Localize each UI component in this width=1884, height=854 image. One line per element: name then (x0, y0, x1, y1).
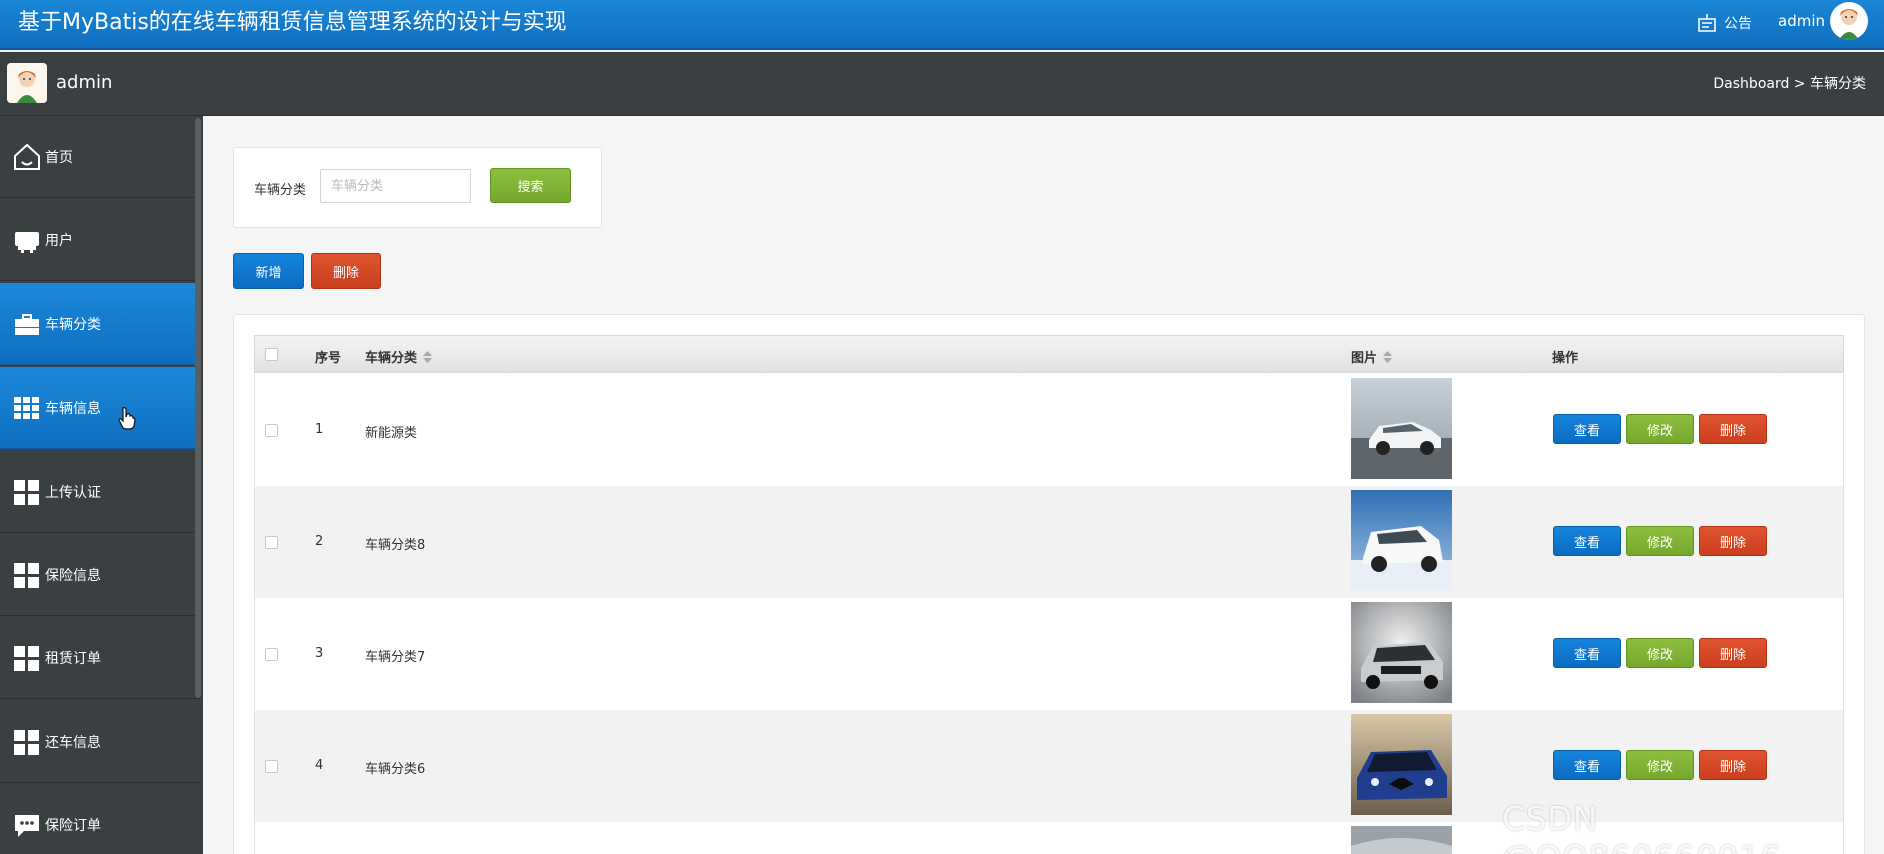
row-category: 车辆分类7 (365, 650, 426, 665)
notice-link[interactable]: 公告 (1696, 11, 1752, 35)
view-button[interactable]: 查看 (1553, 414, 1621, 444)
sub-header: admin Dashboard > 车辆分类 (0, 52, 1884, 116)
sidebar-item-label: 保险信息 (45, 567, 101, 584)
header-avatar[interactable] (1830, 2, 1868, 40)
search-button[interactable]: 搜索 (490, 168, 571, 203)
search-label: 车辆分类 (254, 183, 307, 198)
row-index: 3 (315, 646, 324, 661)
main-content: 车辆分类 搜索 新增 删除 序号 车辆分类 图片 操作 1 新能源类 (203, 116, 1884, 854)
edit-button[interactable]: 修改 (1626, 526, 1694, 556)
white-compact-suv-photo (1351, 490, 1452, 591)
row-index: 4 (315, 758, 324, 773)
edit-button[interactable]: 修改 (1626, 414, 1694, 444)
sidebar-item-vehicle-info[interactable]: 车辆信息 (0, 367, 200, 449)
tiles-icon (12, 560, 42, 590)
tiles-icon (12, 727, 42, 757)
sidebar-item-label: 用户 (45, 232, 73, 249)
row-checkbox[interactable] (265, 760, 278, 773)
sidebar-item-home[interactable]: 首页 (0, 116, 200, 198)
row-checkbox[interactable] (265, 424, 278, 437)
sidebar: 首页 用户 车辆分类 车辆信息 上传认证 保险信息 租赁订单 还车信息 保险订单 (0, 116, 203, 854)
table-row: 3 车辆分类7 查看 修改 删除 (254, 598, 1844, 710)
delete-button[interactable]: 删除 (1699, 638, 1767, 668)
view-button[interactable]: 查看 (1553, 750, 1621, 780)
edit-button[interactable]: 修改 (1626, 638, 1694, 668)
blue-sedan-photo (1351, 714, 1452, 815)
data-table: 序号 车辆分类 图片 操作 1 新能源类 查看 修改 删除 2 车辆分类8 查看… (233, 314, 1865, 854)
sidebar-item-label: 保险订单 (45, 817, 101, 834)
table-row: 1 新能源类 查看 修改 删除 (254, 374, 1844, 486)
sidebar-item-vehicle-category[interactable]: 车辆分类 (0, 283, 200, 365)
app-title: 基于MyBatis的在线车辆租赁信息管理系统的设计与实现 (18, 10, 567, 35)
notice-icon (1698, 14, 1716, 32)
sidebar-item-label: 首页 (45, 149, 73, 166)
column-index: 序号 (315, 351, 342, 366)
sidebar-item-label: 租赁订单 (45, 650, 101, 667)
sidebar-item-upload-auth[interactable]: 上传认证 (0, 451, 200, 533)
car-photo (1351, 826, 1452, 854)
tiles-icon (12, 643, 42, 673)
sidebar-item-label: 还车信息 (45, 734, 101, 751)
sidebar-scrollbar[interactable] (195, 118, 201, 698)
sort-icon (423, 350, 433, 363)
table-header: 序号 车辆分类 图片 操作 (254, 335, 1844, 373)
sidebar-item-insurance-orders[interactable]: 保险订单 (0, 784, 200, 854)
column-ops: 操作 (1552, 351, 1579, 366)
row-index: 1 (315, 422, 324, 437)
search-input[interactable] (320, 169, 471, 203)
breadcrumb: Dashboard > 车辆分类 (1713, 76, 1866, 92)
add-button[interactable]: 新增 (233, 253, 304, 289)
column-image[interactable]: 图片 (1351, 347, 1393, 366)
top-header: 基于MyBatis的在线车辆租赁信息管理系统的设计与实现 公告 admin (0, 0, 1884, 50)
chat-icon (12, 810, 42, 840)
table-row: 2 车辆分类8 查看 修改 删除 (254, 486, 1844, 598)
silver-sports-car-photo (1351, 602, 1452, 703)
mouse-cursor-icon (118, 406, 136, 434)
sidebar-item-return-info[interactable]: 还车信息 (0, 701, 200, 783)
row-category: 车辆分类6 (365, 762, 426, 777)
delete-button[interactable]: 删除 (1699, 526, 1767, 556)
delete-button[interactable]: 删除 (1699, 750, 1767, 780)
view-button[interactable]: 查看 (1553, 526, 1621, 556)
home-icon (12, 142, 42, 172)
delete-button[interactable]: 删除 (1699, 414, 1767, 444)
row-category: 车辆分类8 (365, 538, 426, 553)
sidebar-item-users[interactable]: 用户 (0, 199, 200, 281)
watermark: CSDN @QQ860660016 (1502, 799, 1781, 854)
sidebar-avatar (7, 63, 47, 103)
column-category-label: 车辆分类 (365, 351, 418, 366)
tiles-icon (12, 477, 42, 507)
sidebar-item-rental-orders[interactable]: 租赁订单 (0, 617, 200, 699)
notice-label: 公告 (1724, 16, 1752, 32)
white-suv-photo (1351, 378, 1452, 479)
column-image-label: 图片 (1351, 351, 1378, 366)
sidebar-item-label: 车辆分类 (45, 316, 101, 333)
briefcase-icon (12, 309, 42, 339)
row-checkbox[interactable] (265, 536, 278, 549)
sidebar-username: admin (56, 72, 113, 93)
view-button[interactable]: 查看 (1553, 638, 1621, 668)
batch-delete-button[interactable]: 删除 (311, 253, 381, 289)
select-all-checkbox[interactable] (265, 348, 278, 361)
user-tray-icon (12, 225, 42, 255)
sidebar-item-insurance-info[interactable]: 保险信息 (0, 534, 200, 616)
sidebar-item-label: 上传认证 (45, 484, 101, 501)
row-category: 新能源类 (365, 426, 418, 441)
search-panel: 车辆分类 搜索 (233, 147, 602, 228)
column-category[interactable]: 车辆分类 (365, 347, 433, 366)
row-checkbox[interactable] (265, 648, 278, 661)
grid-icon (12, 393, 42, 423)
row-index: 2 (315, 534, 324, 549)
edit-button[interactable]: 修改 (1626, 750, 1694, 780)
sort-icon (1383, 350, 1393, 363)
header-username[interactable]: admin (1778, 11, 1825, 31)
sidebar-item-label: 车辆信息 (45, 400, 101, 417)
